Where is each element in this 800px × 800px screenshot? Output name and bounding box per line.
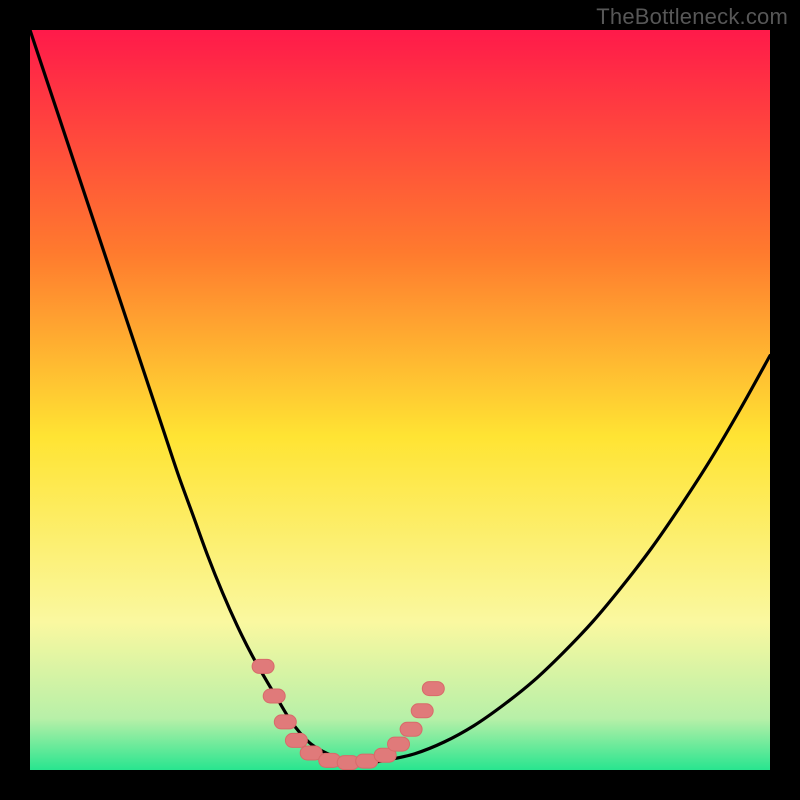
gradient-background — [30, 30, 770, 770]
watermark-text: TheBottleneck.com — [596, 4, 788, 30]
bottleneck-chart — [30, 30, 770, 770]
data-marker — [274, 715, 296, 729]
data-marker — [422, 682, 444, 696]
data-marker — [400, 722, 422, 736]
data-marker — [252, 659, 274, 673]
data-marker — [411, 704, 433, 718]
data-marker — [388, 737, 410, 751]
data-marker — [263, 689, 285, 703]
plot-area — [30, 30, 770, 770]
chart-frame: TheBottleneck.com — [0, 0, 800, 800]
data-marker — [285, 733, 307, 747]
